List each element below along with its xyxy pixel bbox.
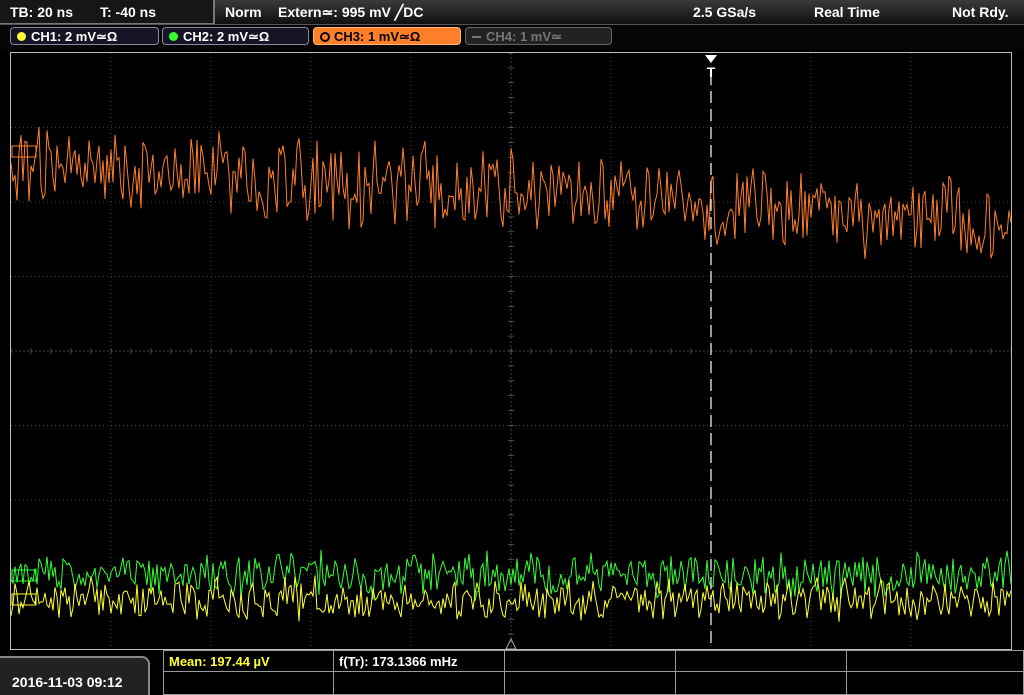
trigger-time-readout[interactable]: T: -40 ns [100,4,156,20]
channel-3-button[interactable]: CH3: 1 mV≃Ω [313,27,461,45]
bottom-bar: 2016-11-03 09:12 Mean: 197.44 µV f(Tr): … [0,650,1024,695]
channel-1-label: CH1: 2 mV≃Ω [31,29,118,44]
channel-3-label: CH3: 1 mV≃Ω [334,29,421,44]
waveform-display[interactable]: T [10,52,1012,650]
frequency-measurement: f(Tr): 173.1366 mHz [339,654,458,669]
measurement-cell-10[interactable] [846,671,1024,695]
channel-1-dot-icon [17,32,26,41]
measurement-cell-7[interactable] [333,671,505,695]
date-panel: 2016-11-03 09:12 [0,656,150,695]
mean-measurement: Mean: 197.44 µV [169,654,270,669]
status-bar: TB: 20 ns T: -40 ns Norm Extern≃: 995 mV… [0,0,1024,25]
acquisition-mode: Real Time [814,4,880,20]
channel-3-dot-icon [320,32,330,42]
channel-4-dot-icon [472,36,481,38]
measurement-cell-3[interactable] [504,650,676,672]
channel-1-button[interactable]: CH1: 2 mV≃Ω [10,27,159,45]
measurement-cell-6[interactable] [163,671,334,695]
measurement-cell-4[interactable] [675,650,847,672]
measurement-panel: Mean: 197.44 µV f(Tr): 173.1366 mHz [163,650,1024,695]
measurement-cell-8[interactable] [504,671,676,695]
measurement-cell-5[interactable] [846,650,1024,672]
channel-2-label: CH2: 2 mV≃Ω [183,29,270,44]
sample-rate: 2.5 GSa/s [693,4,757,20]
trigger-arrow-icon[interactable] [705,55,717,63]
trigger-mode[interactable]: Norm [225,4,262,20]
graticule [11,53,1011,649]
trigger-source[interactable]: Extern≃: 995 mV ╱DC [278,4,423,21]
timebase-readout[interactable]: TB: 20 ns [10,4,73,20]
run-state: Not Rdy. [952,4,1009,20]
channel-2-dot-icon [169,32,178,41]
center-marker-icon [505,637,517,649]
date-time: 2016-11-03 09:12 [12,674,123,690]
channel-2-button[interactable]: CH2: 2 mV≃Ω [162,27,309,45]
channel-4-button[interactable]: CH4: 1 mV≃ [465,27,612,45]
channel-4-label: CH4: 1 mV≃ [486,29,562,44]
waveform-plot: T [11,53,1011,649]
channel-bar: CH1: 2 mV≃Ω CH2: 2 mV≃Ω CH3: 1 mV≃Ω CH4:… [0,25,1024,49]
trigger-marker-icon: T [707,64,716,80]
measurement-cell-9[interactable] [675,671,847,695]
